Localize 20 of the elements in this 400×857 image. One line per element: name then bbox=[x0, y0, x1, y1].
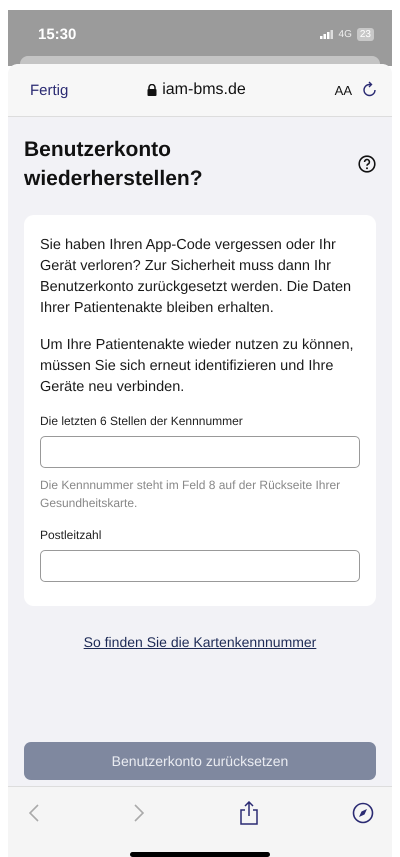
text-size-button[interactable]: AA bbox=[324, 82, 362, 98]
input-field[interactable] bbox=[40, 550, 360, 582]
status-time: 15:30 bbox=[38, 26, 76, 42]
share-icon[interactable] bbox=[238, 801, 259, 825]
field-label: Die letzten 6 Stellen der Kennnummer bbox=[40, 414, 244, 428]
page-title: Benutzerkonto wiederherstellen? bbox=[24, 137, 204, 192]
signal-icon bbox=[320, 30, 334, 38]
info-paragraph: Sie haben Ihren App-Code vergessen oder Ihr Gerät verloren? Zur Sicherheit muss dann Ihr Benutzerkonto zurückgesetzt werden. Die Daten Ihrer Patientenakte bleiben erhalten. bbox=[40, 236, 352, 318]
help-icon[interactable] bbox=[358, 155, 376, 173]
reload-icon[interactable] bbox=[362, 81, 378, 99]
field-hint: Die Kennnummer steht im Feld 8 auf der Rückseite Ihrer Gesundheitskarte. bbox=[40, 477, 342, 512]
network-type: 4G bbox=[338, 28, 352, 40]
help-link[interactable]: So finden Sie die Kartenkennnummer bbox=[84, 634, 316, 650]
lock-icon bbox=[147, 84, 158, 96]
input-field[interactable] bbox=[40, 436, 360, 468]
info-paragraph: Um Ihre Patientenakte wieder nutzen zu können, müssen Sie sich erneut identifizieren und Ihre Geräte neu verbinden. bbox=[40, 336, 355, 397]
done-link[interactable]: Fertig bbox=[30, 82, 68, 98]
compass-icon[interactable] bbox=[352, 802, 374, 824]
url-text[interactable]: iam-bms.de bbox=[162, 81, 246, 99]
field-label: Postleitzahl bbox=[40, 528, 102, 542]
